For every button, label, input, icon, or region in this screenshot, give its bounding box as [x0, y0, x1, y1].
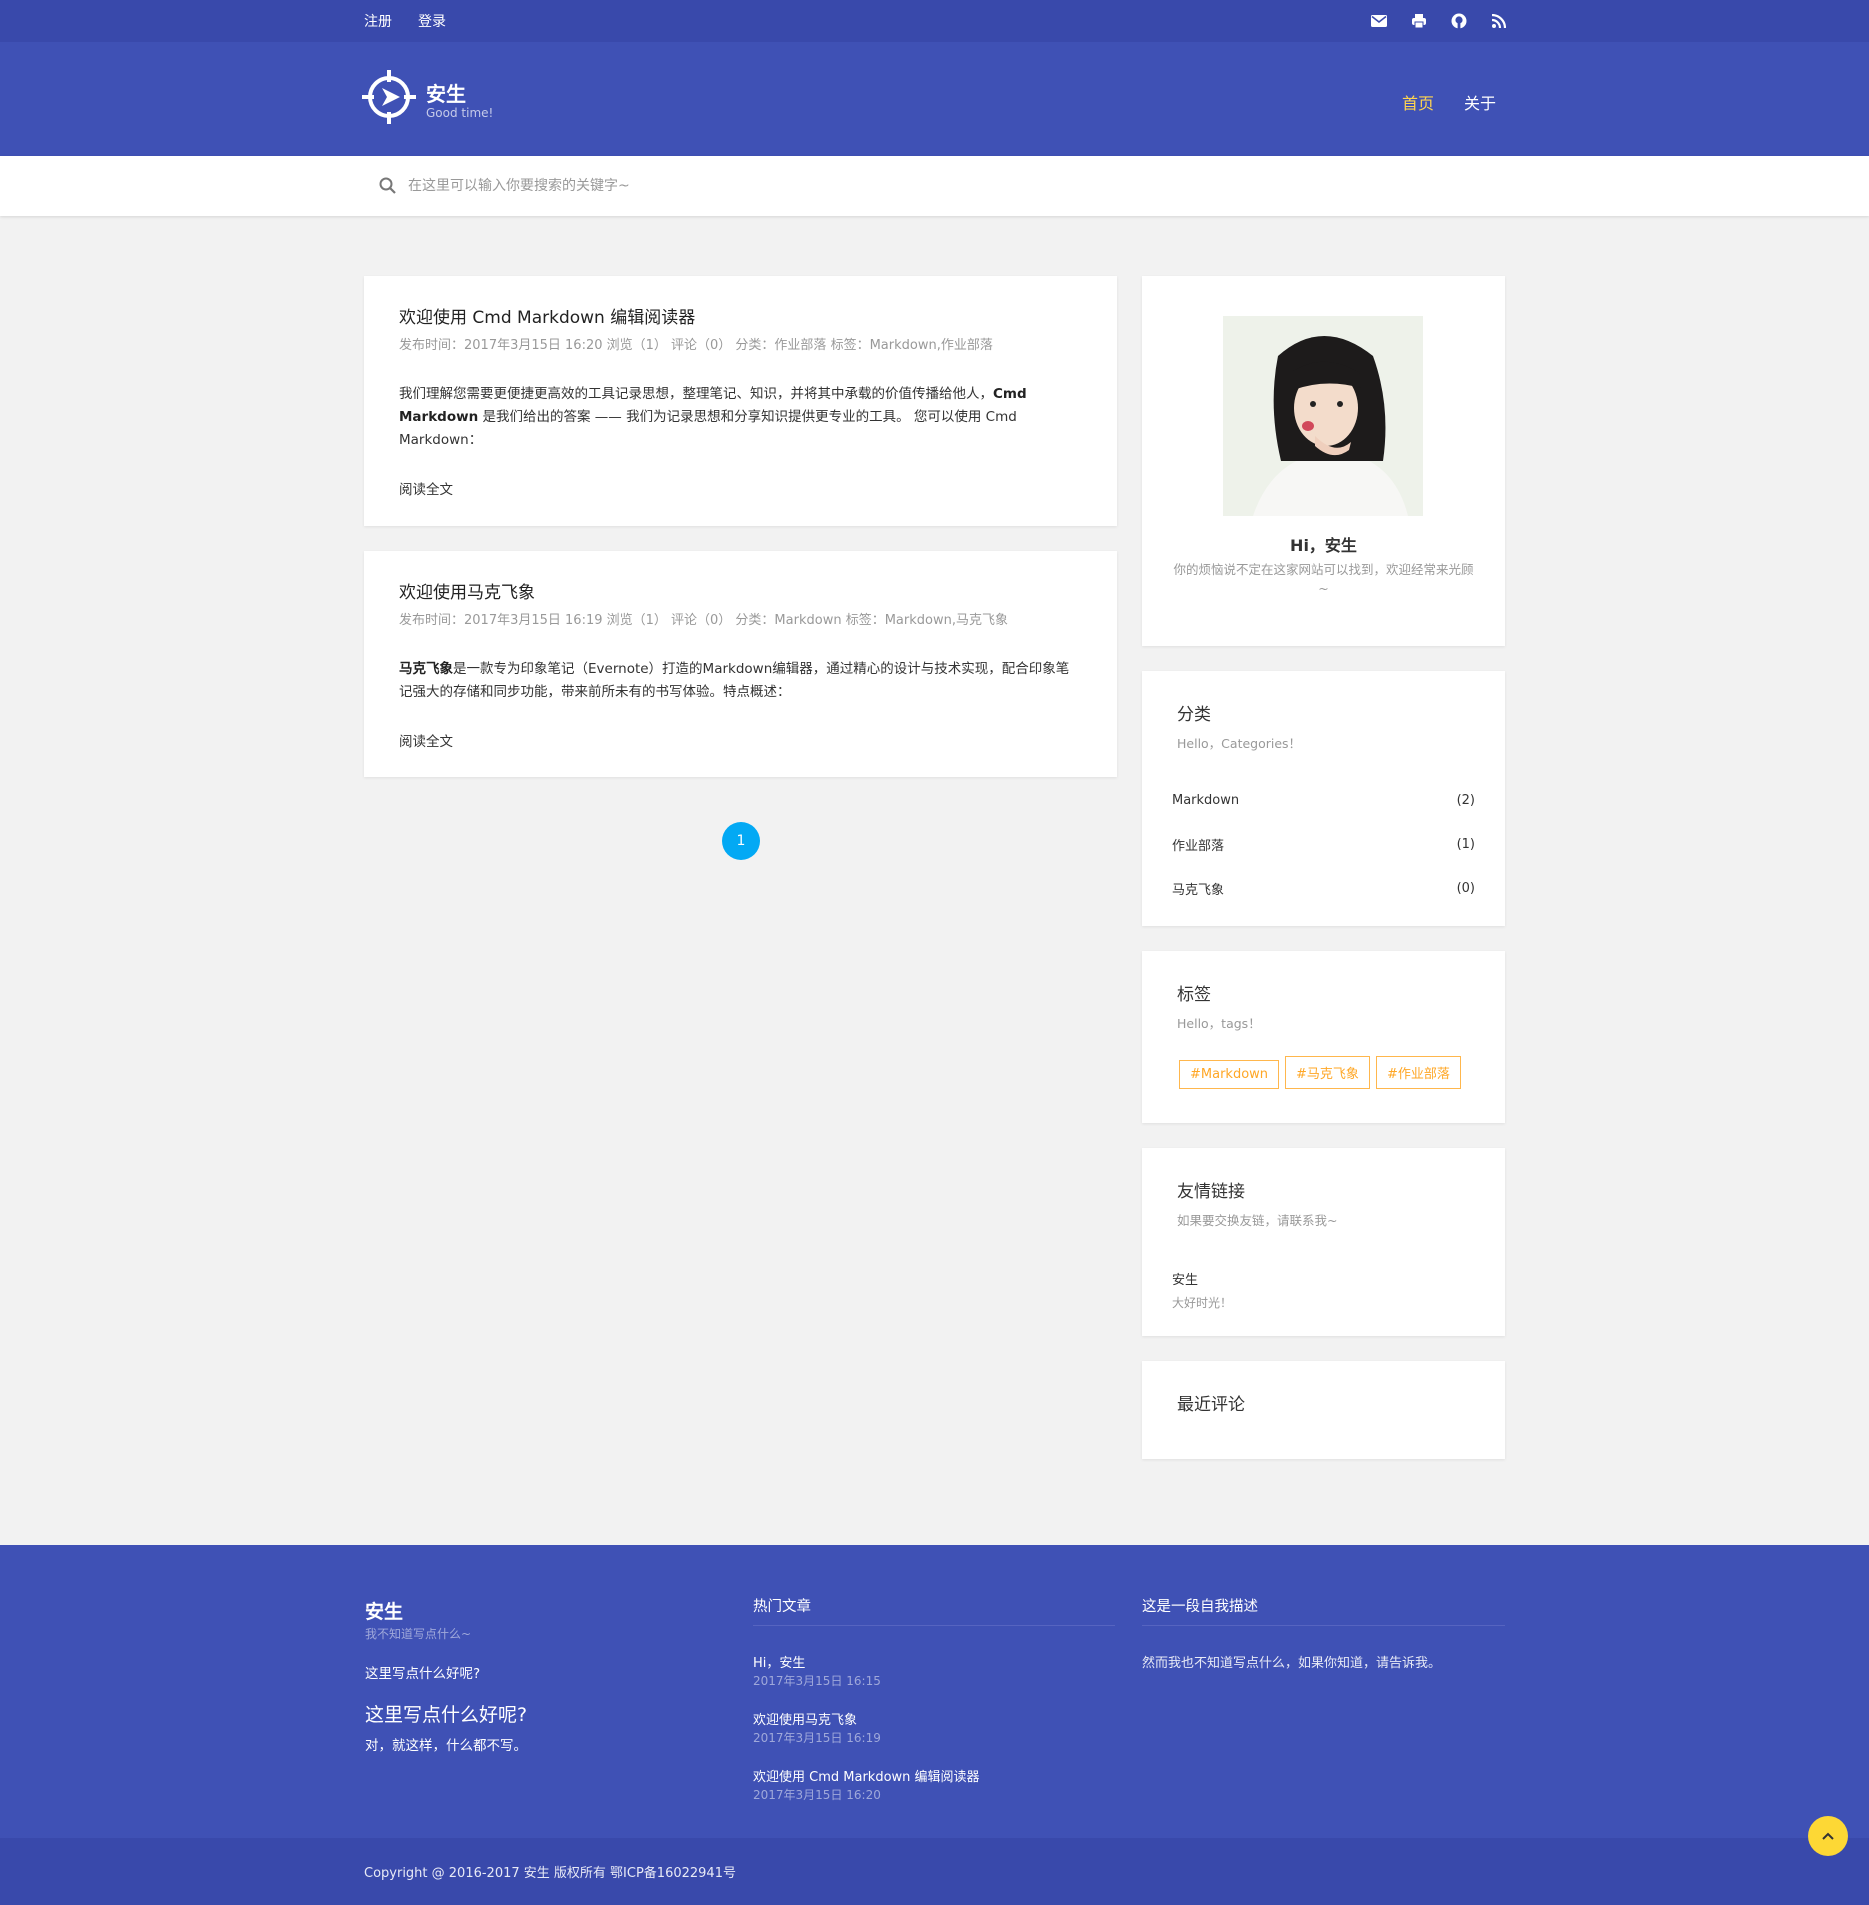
widget-title: 友情链接 [1177, 1182, 1245, 1202]
rss-icon[interactable] [1491, 13, 1507, 29]
search-icon [378, 176, 398, 196]
nav-home[interactable]: 首页 [1402, 90, 1434, 114]
profile-widget: Hi，安生 你的烦恼说不定在这家网站可以找到，欢迎经常来光顾~ [1142, 276, 1505, 646]
chevron-up-icon [1822, 1832, 1834, 1840]
widget-subtitle: Hello，Categories！ [1177, 736, 1302, 751]
widget-title: 标签 [1177, 985, 1211, 1005]
category-item[interactable]: Markdown (2) [1172, 778, 1475, 822]
site-subtitle: Good time! [426, 106, 494, 120]
printer-icon[interactable] [1411, 13, 1427, 29]
site-logo-icon[interactable] [362, 70, 416, 124]
post-meta: 发布时间：2017年3月15日 16:19 浏览（1） 评论（0） 分类：Mar… [399, 613, 1008, 628]
login-link[interactable]: 登录 [418, 11, 446, 31]
category-item[interactable]: 马克飞象 (0) [1172, 866, 1475, 910]
register-link[interactable]: 注册 [364, 11, 392, 31]
about-text: 然而我也不知道写点什么，如果你知道，请告诉我。 [1142, 1656, 1442, 1671]
tag-item[interactable]: #马克飞象 [1285, 1056, 1370, 1089]
widget-title: 最近评论 [1177, 1395, 1245, 1415]
recent-comments-widget: 最近评论 [1142, 1361, 1505, 1459]
hot-post-date: 2017年3月15日 16:19 [753, 1731, 881, 1745]
footer-line: 这里写点什么好呢? [365, 1666, 481, 1682]
widget-subtitle: 如果要交换友链，请联系我~ [1177, 1213, 1338, 1228]
categories-widget: 分类 Hello，Categories！ Markdown (2) 作业部落 (1)… [1142, 671, 1505, 926]
nav-about[interactable]: 关于 [1464, 90, 1496, 114]
copyright-text: Copyright @ 2016-2017 安生 版权所有 鄂ICP备16022… [364, 1866, 736, 1881]
read-more-link[interactable]: 阅读全文 [399, 730, 453, 750]
footer-brand: 安生 [365, 1601, 404, 1623]
footer-brand-sub: 我不知道写点什么~ [365, 1627, 472, 1641]
post-card: 欢迎使用 Cmd Markdown 编辑阅读器 发布时间：2017年3月15日 … [364, 276, 1117, 526]
site-footer: 安生 我不知道写点什么~ 这里写点什么好呢? 这里写点什么好呢? 对，就这样，什… [0, 1545, 1869, 1838]
post-title[interactable]: 欢迎使用马克飞象 [399, 578, 1082, 603]
hot-posts-title: 热门文章 [753, 1599, 811, 1615]
mail-icon[interactable] [1371, 13, 1387, 29]
divider [1142, 1625, 1505, 1626]
search-bar [0, 156, 1869, 216]
hot-post-link[interactable]: 欢迎使用马克飞象 [753, 1709, 857, 1728]
hot-post-link[interactable]: Hi，安生 [753, 1652, 805, 1671]
post-title[interactable]: 欢迎使用 Cmd Markdown 编辑阅读器 [399, 303, 1082, 328]
friend-links-widget: 友情链接 如果要交换友链，请联系我~ 安生 大好时光！ [1142, 1148, 1505, 1336]
site-title[interactable]: 安生 [426, 78, 466, 107]
profile-description: 你的烦恼说不定在这家网站可以找到，欢迎经常来光顾~ [1173, 562, 1474, 596]
hot-post-date: 2017年3月15日 16:15 [753, 1674, 881, 1688]
copyright-bar: Copyright @ 2016-2017 安生 版权所有 鄂ICP备16022… [0, 1838, 1869, 1905]
about-title: 这是一段自我描述 [1142, 1599, 1258, 1615]
footer-heading: 这里写点什么好呢? [365, 1704, 528, 1726]
widget-subtitle: Hello，tags！ [1177, 1016, 1261, 1031]
back-to-top-button[interactable] [1808, 1816, 1848, 1856]
hot-post-link[interactable]: 欢迎使用 Cmd Markdown 编辑阅读器 [753, 1766, 980, 1785]
post-card: 欢迎使用马克飞象 发布时间：2017年3月15日 16:19 浏览（1） 评论（… [364, 551, 1117, 777]
page-button-current[interactable]: 1 [722, 822, 760, 860]
top-bar: 注册 登录 [0, 0, 1869, 42]
friend-link-name[interactable]: 安生 [1172, 1269, 1470, 1288]
friend-link-desc: 大好时光！ [1172, 1296, 1233, 1310]
divider [753, 1625, 1115, 1626]
site-header: 安生 Good time! 首页 关于 [0, 42, 1869, 156]
footer-line: 对，就这样，什么都不写。 [365, 1738, 527, 1754]
hot-post-date: 2017年3月15日 16:20 [753, 1788, 881, 1802]
widget-title: 分类 [1177, 705, 1211, 725]
search-input[interactable] [408, 170, 1008, 202]
main-nav: 首页 关于 [1402, 90, 1496, 114]
tag-item[interactable]: #作业部落 [1375, 1056, 1461, 1089]
tag-item[interactable]: #Markdown [1179, 1060, 1280, 1089]
post-meta: 发布时间：2017年3月15日 16:20 浏览（1） 评论（0） 分类：作业部… [399, 338, 993, 353]
post-excerpt: 我们理解您需要更便捷更高效的工具记录思想，整理笔记、知识，并将其中承载的价值传播… [399, 386, 1027, 448]
tags-widget: 标签 Hello，tags！ #Markdown #马克飞象 #作业部落 [1142, 951, 1505, 1123]
post-excerpt: 马克飞象是一款专为印象笔记（Evernote）打造的Markdown编辑器，通过… [399, 661, 1070, 700]
avatar [1223, 316, 1423, 516]
read-more-link[interactable]: 阅读全文 [399, 478, 453, 498]
github-icon[interactable] [1451, 13, 1467, 29]
category-item[interactable]: 作业部落 (1) [1172, 822, 1475, 866]
profile-greeting: Hi，安生 [1290, 536, 1357, 555]
